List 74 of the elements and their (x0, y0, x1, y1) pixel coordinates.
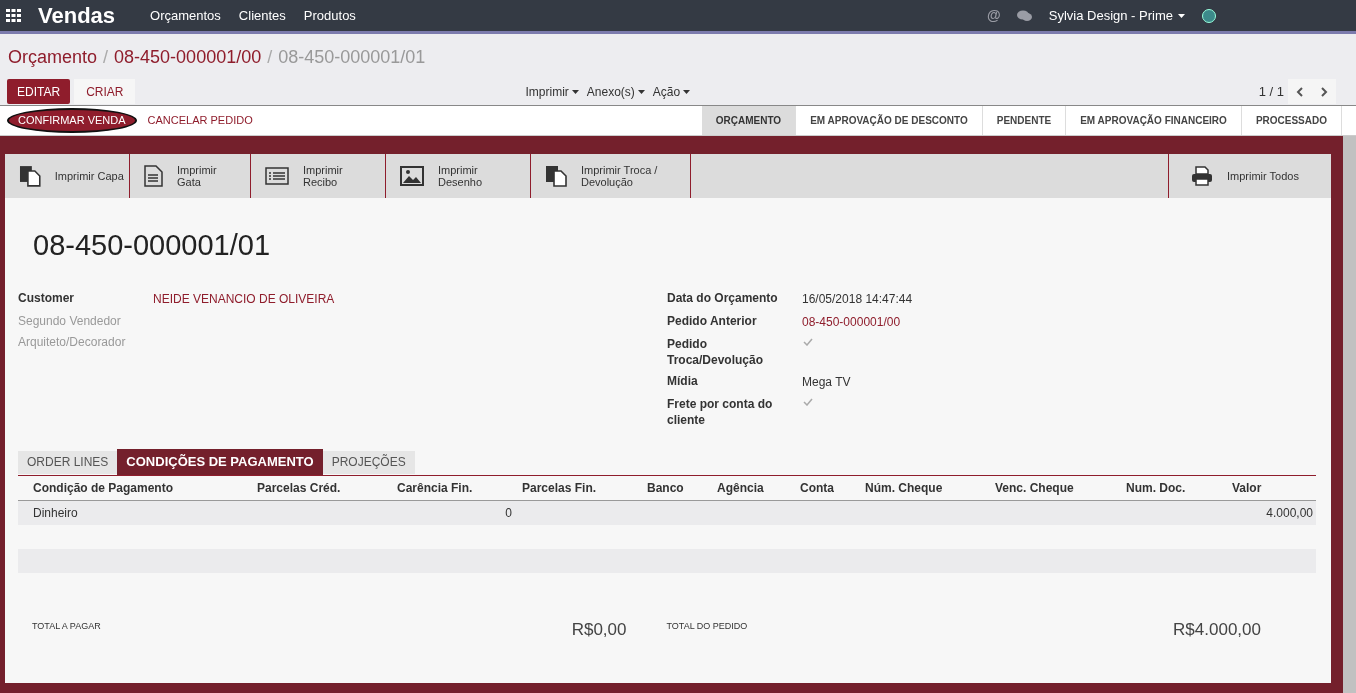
scrollbar[interactable] (1343, 136, 1356, 693)
document-icon (144, 165, 163, 187)
chat-icon[interactable] (1016, 9, 1032, 22)
copy-icon (545, 165, 567, 187)
field-label: Pedido Troca/Devolução (667, 335, 765, 368)
total-label: TOTAL A PAGAR (32, 619, 101, 633)
confirm-sale-button[interactable]: CONFIRMAR VENDA (7, 108, 137, 133)
field-label: Pedido Anterior (667, 312, 758, 330)
total-value: R$0,00 (571, 618, 627, 641)
dropdown-menu[interactable]: Imprimir (525, 82, 579, 101)
total-label: TOTAL DO PEDIDO (666, 619, 748, 633)
edit-button[interactable]: EDITAR (7, 79, 71, 104)
field-label: Data do Orçamento (667, 289, 779, 307)
cancel-order-button[interactable]: CANCELAR PEDIDO (140, 108, 260, 133)
column-header: Carência Fin. (390, 475, 515, 501)
breadcrumb-link[interactable]: Orçamento (8, 44, 98, 71)
print-button[interactable]: Imprimir Desenho (386, 154, 531, 198)
caret-icon (637, 89, 645, 94)
image-icon (400, 166, 424, 186)
print-button[interactable]: Imprimir Recibo (251, 154, 386, 198)
table-cell: 0 (390, 500, 515, 525)
caret-icon (571, 89, 579, 94)
field-label: Frete por conta do cliente (667, 395, 774, 428)
print-all-button[interactable]: Imprimir Todos (1168, 154, 1331, 198)
breadcrumb-link[interactable]: 08-450-000001/00 (114, 44, 262, 71)
print-button[interactable]: Imprimir Gata (130, 154, 251, 198)
app-title: Vendas (38, 2, 116, 30)
column-header: Banco (640, 475, 710, 501)
dropdown-menu[interactable]: Ação (652, 82, 691, 101)
breadcrumb-separator: / (103, 46, 109, 69)
tab[interactable]: ORDER LINES (18, 450, 118, 474)
column-header: Conta (793, 475, 858, 501)
total-value: R$4.000,00 (1173, 618, 1261, 641)
menu-item[interactable]: Produtos (303, 5, 356, 26)
apps-grid-icon[interactable] (6, 9, 21, 22)
field-label: Mídia (667, 372, 699, 390)
tab[interactable]: CONDIÇÕES DE PAGAMENTO (117, 448, 323, 475)
caret-icon (1178, 13, 1185, 18)
mention-icon[interactable]: @ (987, 5, 1001, 26)
field-label: Arquiteto/Decorador (18, 333, 127, 350)
print-button[interactable]: Imprimir Troca / Devolução (531, 154, 691, 198)
pager-counter: 1 / 1 (1258, 82, 1284, 101)
field-link[interactable]: 08-450-000001/00 (802, 312, 901, 331)
field-label: Segundo Vendedor (18, 312, 122, 329)
print-button[interactable]: Imprimir Capa (5, 154, 130, 198)
printer-icon (1191, 166, 1213, 186)
field-value: Mega TV (802, 373, 851, 391)
copy-icon (19, 165, 41, 187)
column-header: Agência (710, 475, 793, 501)
record-title: 08-450-000001/01 (33, 228, 272, 263)
avatar-icon[interactable] (1202, 8, 1216, 23)
status-step[interactable]: ORÇAMENTO (701, 106, 797, 135)
column-header: Parcelas Fin. (515, 475, 640, 501)
menu-item[interactable]: Orçamentos (150, 5, 221, 26)
column-header: Parcelas Créd. (250, 475, 390, 501)
column-header: Valor (1225, 475, 1316, 501)
field-value: 16/05/2018 14:47:44 (802, 290, 913, 308)
column-header: Venc. Cheque (988, 475, 1119, 501)
list-icon (265, 167, 289, 185)
breadcrumb-separator: / (267, 46, 273, 69)
page-title: 08-450-000001/01 (278, 46, 426, 69)
column-header: Num. Doc. (1119, 475, 1225, 501)
dropdown-menu[interactable]: Anexo(s) (586, 82, 645, 101)
column-header: Condição de Pagamento (18, 475, 250, 501)
create-button[interactable]: CRIAR (74, 79, 136, 104)
table-cell: 4.000,00 (1225, 500, 1316, 525)
field-label: Customer (18, 289, 75, 307)
caret-icon (683, 89, 691, 94)
field-link[interactable]: NEIDE VENANCIO DE OLIVEIRA (153, 289, 335, 308)
menu-item[interactable]: Clientes (238, 5, 286, 26)
table-cell: Dinheiro (18, 500, 250, 525)
user-menu[interactable]: Sylvia Design - Prime (1048, 5, 1185, 26)
column-header: Núm. Cheque (858, 475, 988, 501)
tab[interactable]: PROJEÇÕES (322, 450, 415, 474)
